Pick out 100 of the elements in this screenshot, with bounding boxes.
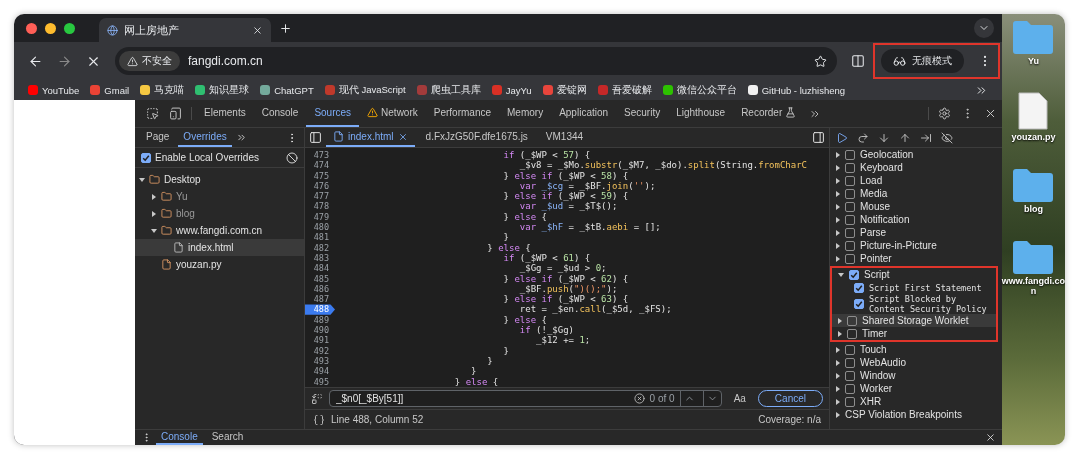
tree-item[interactable]: Desktop [135,171,304,188]
breakpoint-category[interactable]: Pointer [830,252,1002,265]
bookmark[interactable]: Gmail [90,84,130,96]
checkbox[interactable] [845,162,855,173]
step-over-icon[interactable] [857,131,869,144]
breakpoint-category[interactable]: Load [830,174,1002,187]
toggle-sidebar-icon[interactable] [309,131,322,144]
side-panel-icon[interactable] [850,54,865,68]
close-icon[interactable] [252,24,263,36]
step-out-icon[interactable] [899,131,911,144]
tree-item[interactable]: www.fangdi.com.cn [135,222,304,239]
breakpoint-category[interactable]: WebAudio [830,356,1002,369]
search-box[interactable]: _$n0[_$By[51]] 0 of 0 [329,390,722,407]
expand-arrow-icon[interactable] [836,177,840,184]
folder-icon[interactable] [1011,168,1056,202]
tree-item[interactable]: index.html [135,239,304,256]
deactivate-breakpoints-icon[interactable] [941,131,953,144]
line-number[interactable]: 476 [305,180,335,192]
devtools-tab[interactable]: Elements [196,100,254,127]
line-number[interactable]: 493 [305,355,335,367]
devtools-tab[interactable]: Recorder [733,100,805,127]
expand-arrow-icon[interactable] [836,190,840,197]
checkbox[interactable] [845,227,855,238]
checkbox[interactable] [849,269,859,280]
sidebar-tab[interactable]: Page [141,128,175,147]
checkbox[interactable] [845,357,855,368]
expand-arrow-icon[interactable] [836,372,840,379]
close-window-button[interactable] [26,22,37,34]
devtools-tab[interactable]: Application [551,100,617,127]
bookmark[interactable]: 吾爱破解 [597,83,652,97]
line-number[interactable]: 482 [305,242,335,253]
checkbox[interactable] [845,240,855,251]
line-number[interactable]: 492 [305,345,335,356]
resume-icon[interactable] [836,131,848,144]
tab-search-button[interactable] [973,18,994,38]
expand-arrow-icon[interactable] [836,229,840,236]
breakpoint-category[interactable]: XHR [830,395,1002,408]
line-number[interactable]: 483 [305,252,335,264]
bookmark[interactable]: 知识星球 [195,83,250,97]
file-icon[interactable] [1018,92,1049,130]
line-number[interactable]: 478 [305,201,335,212]
breakpoint-category[interactable]: Window [830,369,1002,382]
line-number[interactable]: 494 [305,366,335,377]
breakpoint-category[interactable]: Touch [830,343,1002,356]
expand-arrow-icon[interactable] [836,398,840,405]
checkbox[interactable] [847,328,857,339]
device-toolbar-icon[interactable] [169,107,182,120]
checkbox[interactable] [845,383,855,394]
breakpoint-category[interactable]: Geolocation [830,148,1002,161]
line-number[interactable]: 489 [305,314,335,326]
browser-tab[interactable]: 网上房地产 [99,18,271,42]
checkbox[interactable] [845,149,855,160]
expand-arrow-icon[interactable] [836,359,840,366]
step-icon[interactable] [920,131,932,144]
breakpoint-category[interactable]: Media [830,187,1002,200]
bookmark[interactable]: 爬虫工具库 [416,83,481,97]
bookmark-star-icon[interactable] [813,54,827,68]
expand-arrow-icon[interactable] [836,242,840,249]
line-number[interactable]: 484 [305,263,335,274]
line-number[interactable]: 488 [305,304,335,315]
line-number[interactable]: 486 [305,283,335,295]
clear-icon[interactable] [633,393,645,404]
breakpoint-category[interactable]: Shared Storage Worklet [832,314,996,327]
expand-arrow-icon[interactable] [836,151,840,158]
more-tabs-icon[interactable] [235,132,247,143]
breakpoint-category[interactable]: Notification [830,213,1002,226]
search-field[interactable]: _$n0[_$By[51]] [336,393,629,404]
bookmark[interactable]: 现代 JavaScript [324,83,406,97]
expand-arrow-icon[interactable] [838,317,842,324]
replace-icon[interactable] [311,392,323,405]
bookmark[interactable]: 爱锭网 [542,83,587,97]
expand-arrow-icon[interactable] [838,272,844,277]
checkbox[interactable] [845,253,855,264]
inspect-icon[interactable] [146,107,159,120]
forward-icon[interactable] [57,53,72,69]
drawer-tab[interactable]: Search [206,430,249,445]
line-number[interactable]: 491 [305,335,335,346]
checkbox[interactable] [847,315,857,326]
minimize-window-button[interactable] [45,22,56,34]
settings-icon[interactable] [937,107,951,120]
new-tab-icon[interactable] [279,21,292,35]
devtools-tab[interactable]: Network [359,100,426,127]
expand-arrow-icon[interactable] [836,203,840,210]
breakpoint-category[interactable]: Keyboard [830,161,1002,174]
breakpoint-category[interactable]: Worker [830,382,1002,395]
folder-icon[interactable] [1011,240,1056,274]
line-number[interactable]: 479 [305,211,335,223]
incognito-chip[interactable]: 无痕模式 [880,49,964,73]
devtools-tab[interactable]: Sources [306,100,360,127]
close-icon[interactable] [397,131,408,142]
tree-item[interactable]: youzan.py [135,256,304,273]
line-number[interactable]: 495 [305,376,335,387]
line-number[interactable]: 485 [305,273,335,284]
step-into-icon[interactable] [878,131,890,144]
checkbox[interactable] [845,175,855,186]
pretty-print-icon[interactable] [313,413,325,426]
checkbox[interactable] [845,370,855,381]
close-icon[interactable] [984,432,996,443]
expand-arrow-icon[interactable] [836,216,840,223]
checkbox[interactable] [845,396,855,407]
